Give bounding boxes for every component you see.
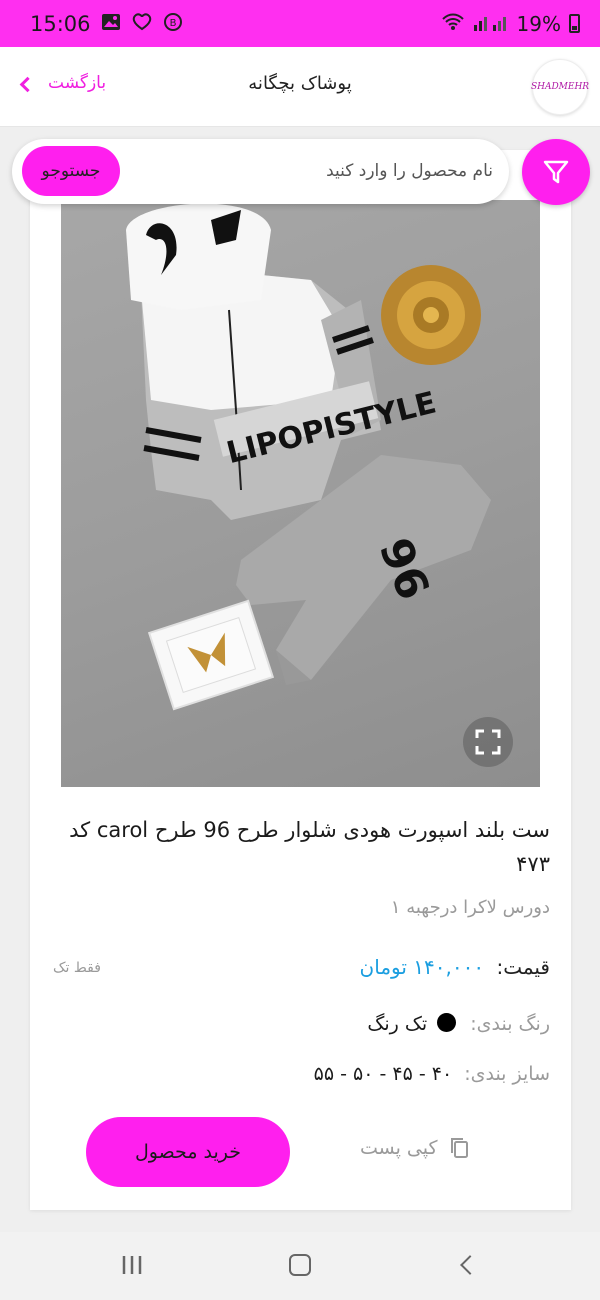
stock-note: فقط تک: [53, 960, 101, 976]
price-row: قیمت: ۱۴۰,۰۰۰ تومان: [200, 955, 550, 979]
back-icon[interactable]: [460, 1255, 480, 1275]
copy-icon: [450, 1138, 468, 1158]
size-row: سایز بندی: ۴۰ - ۴۵ - ۵۰ - ۵۵: [200, 1063, 550, 1085]
product-image[interactable]: LIPOPISTYLE 96: [61, 200, 540, 787]
recent-apps-icon[interactable]: [121, 1254, 143, 1276]
search-input[interactable]: [132, 153, 493, 189]
battery-icon: [569, 14, 580, 33]
signal-icon: [473, 12, 509, 36]
color-value: تک رنگ: [367, 1013, 428, 1035]
app-header: بازگشت پوشاک بچگانه SHADMEHR: [0, 47, 600, 127]
status-bar: 15:06 B 19%: [0, 0, 600, 47]
home-icon[interactable]: [289, 1254, 311, 1276]
brand-logo-text: SHADMEHR: [530, 82, 590, 92]
product-title: ست بلند اسپورت هودی شلوار طرح 96 طرح car…: [69, 818, 550, 876]
size-label: سایز بندی:: [464, 1063, 550, 1085]
brand-logo[interactable]: SHADMEHR: [530, 59, 590, 115]
fullscreen-icon: [475, 729, 501, 755]
chevron-left-icon[interactable]: [19, 76, 36, 93]
size-value: ۴۰ - ۴۵ - ۵۰ - ۵۵: [313, 1063, 453, 1085]
wifi-icon: [441, 12, 465, 36]
page-title: پوشاک بچگانه: [248, 73, 352, 94]
filter-icon: [543, 160, 569, 184]
back-link[interactable]: بازگشت: [48, 73, 106, 93]
color-row: رنگ بندی: تک رنگ: [200, 1013, 550, 1035]
gold-rose-decor: [381, 265, 481, 365]
search-bar: جستوجو: [12, 139, 509, 204]
butterfly-frame-decor: [147, 599, 275, 711]
product-subtitle: دورس لاکرا درجهبه ۱: [390, 897, 550, 918]
price-label: قیمت:: [496, 955, 550, 979]
battery-percent: 19%: [516, 11, 561, 36]
color-swatch: [437, 1013, 457, 1032]
heart-notification-icon: [131, 12, 153, 35]
search-button[interactable]: جستوجو: [22, 146, 120, 196]
business-notification-icon: B: [163, 12, 183, 36]
system-nav-bar: [0, 1232, 600, 1300]
copy-post-label: کپی پست: [360, 1137, 438, 1159]
gallery-notification-icon: [101, 13, 121, 35]
expand-image-button[interactable]: [463, 717, 513, 767]
buy-product-button[interactable]: خرید محصول: [86, 1117, 290, 1187]
filter-button[interactable]: [522, 139, 590, 205]
product-photo: LIPOPISTYLE 96: [126, 203, 491, 711]
svg-text:B: B: [169, 18, 176, 29]
price-value: ۱۴۰,۰۰۰ تومان: [359, 955, 485, 979]
status-time: 15:06: [30, 11, 91, 36]
color-label: رنگ بندی:: [470, 1013, 550, 1035]
copy-post-button[interactable]: کپی پست: [360, 1136, 470, 1160]
